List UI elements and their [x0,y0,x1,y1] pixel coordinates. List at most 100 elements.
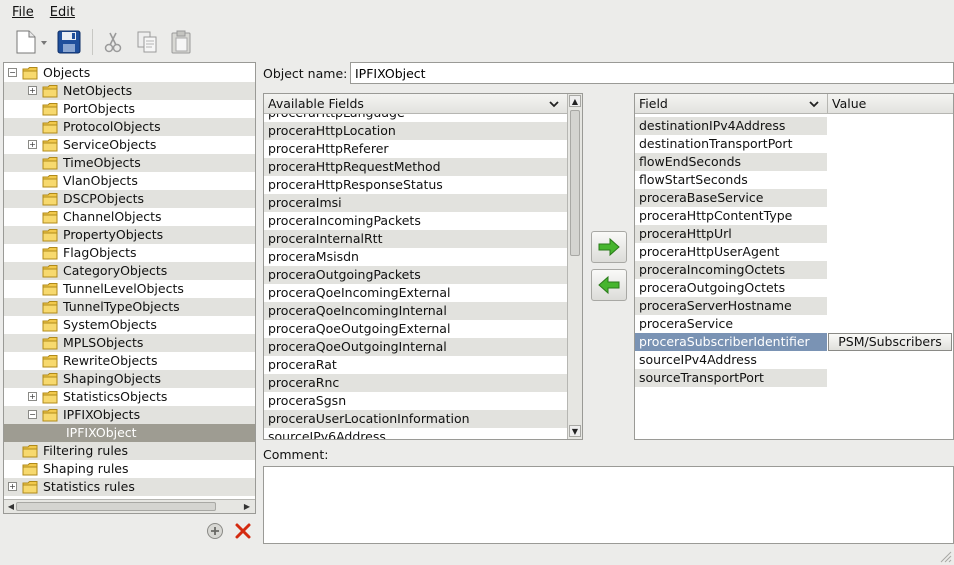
tree-item[interactable]: IPFIXObject [4,424,255,442]
scroll-up-icon[interactable]: ▲ [569,95,581,107]
table-row[interactable]: sourceTransportPort [635,369,827,387]
list-item[interactable]: proceraSgsn [264,392,567,410]
remove-field-button[interactable] [591,269,627,301]
table-row[interactable]: proceraSubscriberIdentifier [635,333,827,351]
tree-item[interactable]: ChannelObjects [4,208,255,226]
list-item[interactable]: proceraQoeOutgoingExternal [264,320,567,338]
value-cell[interactable] [827,297,953,315]
table-row[interactable]: proceraService [635,315,827,333]
selected-fields-table[interactable]: Field Value destinationIPv4Address destin… [634,93,954,440]
comment-textarea[interactable] [263,466,954,544]
tree-item[interactable]: TunnelTypeObjects [4,298,255,316]
available-fields-list[interactable]: Available Fields proceraHttpLanguageproc… [263,93,583,440]
table-row[interactable]: proceraBaseService [635,189,827,207]
list-item[interactable]: proceraHttpLocation [264,122,567,140]
tree-item[interactable]: − IPFIXObjects [4,406,255,424]
object-name-input[interactable] [350,62,954,84]
tree-item[interactable]: + StatisticsObjects [4,388,255,406]
expand-icon[interactable]: + [28,392,37,401]
table-row[interactable]: flowEndSeconds [635,153,827,171]
table-row[interactable]: proceraIncomingOctets [635,261,827,279]
tree-item[interactable]: SystemObjects [4,316,255,334]
table-row[interactable]: proceraHttpUserAgent [635,243,827,261]
list-item[interactable]: proceraQoeIncomingInternal [264,302,567,320]
table-row[interactable]: destinationIPv4Address [635,117,827,135]
value-cell[interactable] [827,207,953,225]
collapse-icon[interactable]: − [28,410,37,419]
value-cell[interactable] [827,153,953,171]
scroll-down-icon[interactable]: ▼ [569,425,581,437]
new-document-button[interactable] [10,27,50,57]
tree-item[interactable]: FlagObjects [4,244,255,262]
table-row[interactable]: proceraServerHostname [635,297,827,315]
list-item[interactable]: proceraHttpReferer [264,140,567,158]
add-field-button[interactable] [591,231,627,263]
cut-button[interactable] [98,27,128,57]
expand-icon[interactable]: + [28,140,37,149]
tree-item[interactable]: ProtocolObjects [4,118,255,136]
table-row[interactable]: proceraHttpContentType [635,207,827,225]
value-cell[interactable] [827,225,953,243]
field-column-header[interactable]: Field [635,94,827,114]
tree-item[interactable]: Shaping rules [4,460,255,478]
tree-item[interactable]: TimeObjects [4,154,255,172]
list-item[interactable]: proceraIncomingPackets [264,212,567,230]
value-cell[interactable] [827,117,953,135]
collapse-icon[interactable]: − [8,68,17,77]
tree-item[interactable]: PortObjects [4,100,255,118]
list-item[interactable]: sourceIPv6Address [264,428,567,439]
object-tree[interactable]: − Objects + NetObjects PortObjects ProtocolOb… [3,62,256,514]
tree-item[interactable]: + Statistics rules [4,478,255,496]
tree-item[interactable]: CategoryObjects [4,262,255,280]
table-row[interactable]: proceraHttpUrl [635,225,827,243]
value-column-header[interactable]: Value [827,94,953,114]
tree-item[interactable]: − Objects [4,64,255,82]
tree-item[interactable]: MPLSObjects [4,334,255,352]
value-cell[interactable] [827,315,953,333]
tree-item[interactable]: Filtering rules [4,442,255,460]
list-item[interactable]: proceraQoeOutgoingInternal [264,338,567,356]
list-item[interactable]: proceraRat [264,356,567,374]
table-row[interactable]: sourceIPv4Address [635,351,827,369]
value-cell[interactable] [827,369,953,387]
menu-file[interactable]: File [4,3,42,22]
value-cell[interactable] [827,279,953,297]
tree-item[interactable]: PropertyObjects [4,226,255,244]
tree-item[interactable]: RewriteObjects [4,352,255,370]
list-item[interactable]: proceraRnc [264,374,567,392]
value-cell[interactable] [827,261,953,279]
value-cell[interactable] [827,189,953,207]
table-row[interactable]: destinationTransportPort [635,135,827,153]
list-item[interactable]: proceraQoeIncomingExternal [264,284,567,302]
list-item[interactable]: proceraImsi [264,194,567,212]
paste-button[interactable] [166,27,196,57]
resize-grip-icon[interactable] [938,549,952,563]
tree-item[interactable]: + ServiceObjects [4,136,255,154]
scroll-right-icon[interactable]: ▶ [242,502,252,511]
available-scroll-thumb[interactable] [570,110,580,256]
save-button[interactable] [54,27,84,57]
tree-item[interactable]: VlanObjects [4,172,255,190]
list-item[interactable]: proceraOutgoingPackets [264,266,567,284]
list-item[interactable]: proceraMsisdn [264,248,567,266]
tree-item[interactable]: + NetObjects [4,82,255,100]
scroll-left-icon[interactable]: ◀ [6,502,16,511]
list-item[interactable]: proceraUserLocationInformation [264,410,567,428]
menu-edit[interactable]: Edit [42,3,83,22]
sort-chevron-down-icon[interactable] [548,94,560,120]
tree-horizontal-scrollbar[interactable]: ◀ ▶ [4,499,255,513]
delete-object-button[interactable] [234,522,252,543]
value-cell[interactable] [827,171,953,189]
expand-icon[interactable]: + [28,86,37,95]
available-fields-scrollbar[interactable]: ▲ ▼ [567,94,582,439]
expand-icon[interactable]: + [8,482,17,491]
list-item[interactable]: proceraHttpRequestMethod [264,158,567,176]
list-item[interactable]: proceraHttpResponseStatus [264,176,567,194]
tree-item[interactable]: TunnelLevelObjects [4,280,255,298]
value-cell[interactable] [827,351,953,369]
tree-scroll-thumb[interactable] [16,502,216,511]
value-cell[interactable] [827,135,953,153]
copy-button[interactable] [132,27,162,57]
value-selector-button[interactable]: PSM/Subscribers [828,333,952,351]
tree-item[interactable]: ShapingObjects [4,370,255,388]
